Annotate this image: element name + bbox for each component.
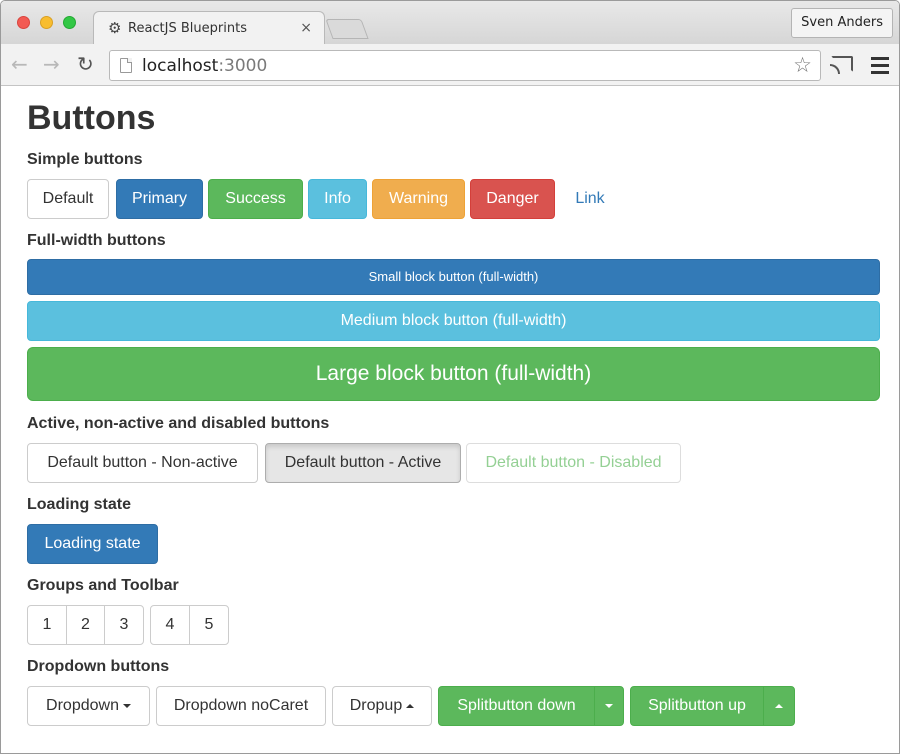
group-button-1[interactable]: 1 (27, 605, 67, 645)
primary-button[interactable]: Primary (116, 179, 203, 219)
window-close-button[interactable] (17, 16, 30, 29)
large-block-button[interactable]: Large block button (full-width) (27, 347, 880, 401)
section-heading-dropdowns: Dropdown buttons (27, 658, 170, 675)
browser-tab[interactable]: ⚙ ReactJS Blueprints × (93, 11, 325, 45)
dropup-button-label: Dropup (349, 697, 403, 714)
dropup-button[interactable]: Dropup (332, 686, 432, 726)
star-icon[interactable]: ☆ (793, 53, 812, 77)
window-minimize-button[interactable] (40, 16, 53, 29)
caret-down-icon (605, 703, 613, 708)
close-icon[interactable]: × (300, 20, 312, 36)
dropdown-button[interactable]: Dropdown (27, 686, 150, 726)
back-arrow-icon[interactable]: ← (11, 53, 28, 75)
danger-button[interactable]: Danger (470, 179, 555, 219)
url-text: localhost:3000 (142, 56, 267, 76)
tab-title: ReactJS Blueprints (128, 21, 247, 36)
address-bar[interactable]: localhost:3000 ☆ (109, 50, 821, 81)
new-tab-button[interactable] (325, 19, 369, 39)
section-heading-simple: Simple buttons (27, 151, 143, 168)
success-button[interactable]: Success (208, 179, 303, 219)
forward-arrow-icon[interactable]: → (43, 53, 60, 75)
section-heading-loading: Loading state (27, 496, 132, 513)
group-button-3[interactable]: 3 (104, 605, 144, 645)
url-host: localhost (142, 56, 219, 76)
profile-button[interactable]: Sven Anders (791, 8, 893, 38)
splitbutton-up-main[interactable]: Splitbutton up (630, 686, 764, 726)
warning-button[interactable]: Warning (372, 179, 465, 219)
caret-up-icon (406, 703, 415, 708)
section-heading-groups: Groups and Toolbar (27, 577, 179, 594)
link-button[interactable]: Link (559, 179, 621, 219)
splitbutton-down-main[interactable]: Splitbutton down (438, 686, 595, 726)
browser-toolbar: ← → ↻ localhost:3000 ☆ (1, 44, 899, 86)
dropdown-button-label: Dropdown (46, 697, 119, 714)
caret-down-icon (122, 703, 131, 708)
gear-icon: ⚙ (108, 19, 122, 37)
browser-window: ⚙ ReactJS Blueprints × Sven Anders ← → ↻… (0, 0, 900, 754)
small-block-button[interactable]: Small block button (full-width) (27, 259, 880, 295)
window-maximize-button[interactable] (63, 16, 76, 29)
loading-state-button[interactable]: Loading state (27, 524, 158, 564)
group-button-4[interactable]: 4 (150, 605, 190, 645)
page-icon (120, 58, 132, 73)
info-button[interactable]: Info (308, 179, 367, 219)
splitbutton-up-toggle[interactable] (763, 686, 795, 726)
page-title: Buttons (27, 99, 156, 137)
dropdown-nocaret-button[interactable]: Dropdown noCaret (156, 686, 326, 726)
group-button-2[interactable]: 2 (66, 605, 105, 645)
splitbutton-down-toggle[interactable] (594, 686, 624, 726)
caret-up-icon (775, 703, 783, 708)
section-heading-full-width: Full-width buttons (27, 232, 166, 249)
disabled-button: Default button - Disabled (466, 443, 681, 483)
menu-icon[interactable] (871, 57, 889, 78)
non-active-button[interactable]: Default button - Non-active (27, 443, 258, 483)
url-port: :3000 (218, 56, 268, 76)
group-button-5[interactable]: 5 (189, 605, 229, 645)
reload-icon[interactable]: ↻ (77, 53, 94, 75)
section-heading-states: Active, non-active and disabled buttons (27, 415, 330, 432)
tab-bar: ⚙ ReactJS Blueprints × Sven Anders (1, 1, 899, 45)
active-button[interactable]: Default button - Active (265, 443, 461, 483)
default-button[interactable]: Default (27, 179, 109, 219)
medium-block-button[interactable]: Medium block button (full-width) (27, 301, 880, 341)
page-content: Buttons Simple buttons Default Primary S… (1, 87, 899, 753)
